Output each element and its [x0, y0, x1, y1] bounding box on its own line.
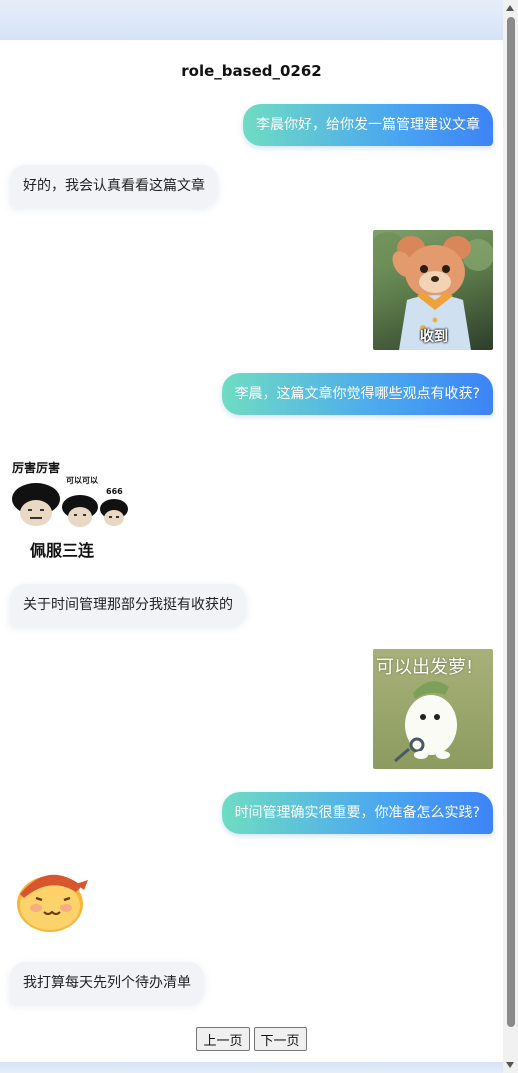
vertical-scrollbar[interactable] [503, 0, 518, 1073]
smirk-emoji [14, 864, 90, 934]
header-band [0, 0, 503, 40]
sticker-caption: 收到 [420, 329, 448, 345]
radish-illustration [394, 681, 457, 763]
prev-page-button[interactable]: 上一页 [196, 1027, 250, 1051]
scroll-thumb[interactable] [507, 17, 515, 1027]
chat-title: role_based_0262 [181, 62, 322, 80]
message-bubble-received: 关于时间管理那部分我挺有收获的 [10, 584, 246, 626]
meme-sticker: 厉害厉害 可以可以 666 佩服三连 [10, 445, 130, 565]
message-bubble-sent: 李晨你好，给你发一篇管理建议文章 [243, 104, 493, 146]
message-bubble-sent: 时间管理确实很重要，你准备怎么实践? [221, 792, 493, 834]
chat-page: role_based_0262 李晨你好，给你发一篇管理建议文章 好的，我会认真… [0, 0, 518, 1073]
pagination: 上一页 下一页 [0, 1027, 503, 1051]
footer-band [0, 1062, 503, 1073]
scroll-down-icon[interactable] [506, 1062, 514, 1068]
next-page-button[interactable]: 下一页 [253, 1027, 307, 1051]
message-bubble-received: 好的，我会认真看看这篇文章 [10, 165, 218, 207]
scroll-up-icon[interactable] [506, 5, 514, 11]
message-bubble-received: 我打算每天先列个待办清单 [10, 962, 204, 1004]
meme-caption-bottom: 佩服三连 [30, 541, 95, 560]
radish-sticker: 可以出发萝! [373, 649, 493, 769]
emoji-illustration [17, 874, 88, 932]
message-bubble-sent: 李晨，这篇文章你觉得哪些观点有收获? [221, 373, 493, 415]
bear-salute-sticker: 收到 [373, 230, 493, 350]
meme-caption-top: 厉害厉害 [12, 461, 61, 475]
